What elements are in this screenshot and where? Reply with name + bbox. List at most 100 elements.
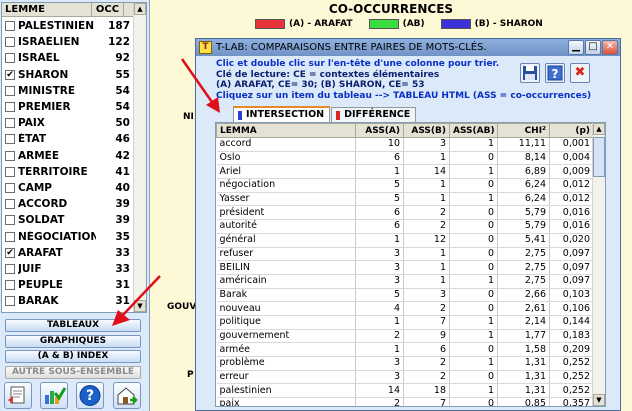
table-cell-value[interactable]: 3 xyxy=(403,137,450,152)
table-cell-value[interactable]: 0 xyxy=(449,247,498,262)
table-cell-value[interactable]: 1,31 xyxy=(497,383,550,399)
table-cell-value[interactable]: 1,58 xyxy=(497,342,550,357)
column-header[interactable]: ASS(B) xyxy=(403,123,450,138)
table-cell-value[interactable]: 3 xyxy=(355,370,404,385)
table-cell-value[interactable]: 5,41 xyxy=(497,233,550,248)
list-item[interactable]: SOLDAT 39 xyxy=(2,212,133,228)
table-cell-value[interactable]: 1,31 xyxy=(497,370,550,385)
table-cell-value[interactable]: 0,020 xyxy=(549,233,594,248)
ab-index-button[interactable]: (A & B) INDEX xyxy=(5,350,141,363)
table-cell-value[interactable]: 0,209 xyxy=(549,342,594,357)
table-cell-lemma[interactable]: erreur xyxy=(216,370,356,385)
list-item-checkbox[interactable] xyxy=(5,166,15,177)
scroll-up-icon[interactable]: ▲ xyxy=(593,123,605,135)
table-cell-value[interactable]: 0,252 xyxy=(549,356,594,371)
table-cell-value[interactable]: 5,79 xyxy=(497,205,550,221)
minimize-button[interactable]: ▁ xyxy=(568,40,584,55)
table-cell-value[interactable]: 1 xyxy=(449,274,498,289)
table-cell-value[interactable]: 1 xyxy=(355,164,404,180)
table-cell-value[interactable]: 2 xyxy=(355,329,404,344)
column-header[interactable]: LEMMA xyxy=(216,123,356,138)
table-cell-value[interactable]: 6 xyxy=(355,205,404,221)
table-cell-lemma[interactable]: président xyxy=(216,205,356,221)
list-item[interactable]: CAMP 40 xyxy=(2,180,133,196)
table-cell-value[interactable]: 7 xyxy=(403,315,450,330)
table-cell-value[interactable]: 2 xyxy=(403,205,450,221)
list-item[interactable]: PREMIER 54 xyxy=(2,99,133,115)
table-cell-value[interactable]: 1 xyxy=(449,164,498,180)
table-cell-lemma[interactable]: refuser xyxy=(216,247,356,262)
table-cell-value[interactable]: 0,012 xyxy=(549,178,594,193)
table-cell-value[interactable]: 6,89 xyxy=(497,164,550,180)
table-cell-value[interactable]: 0 xyxy=(449,397,498,406)
list-item-checkbox[interactable] xyxy=(5,312,15,313)
list-item[interactable]: ISRAÉLIEN 122 xyxy=(2,34,133,50)
table-cell-value[interactable]: 2 xyxy=(403,219,450,234)
table-cell-value[interactable]: 18 xyxy=(403,383,450,399)
table-cell-value[interactable]: 1 xyxy=(449,329,498,344)
list-item-checkbox[interactable] xyxy=(5,215,15,226)
table-cell-lemma[interactable]: accord xyxy=(216,137,356,152)
help-tool-button[interactable]: ? xyxy=(76,382,104,409)
table-row[interactable]: Ariel 1 14 1 6,89 0,009 xyxy=(216,164,594,180)
table-cell-value[interactable]: 0,016 xyxy=(549,205,594,221)
table-cell-value[interactable]: 2 xyxy=(403,301,450,316)
table-cell-value[interactable]: 0,097 xyxy=(549,260,594,275)
list-item-checkbox[interactable] xyxy=(5,150,15,161)
table-cell-value[interactable]: 8,14 xyxy=(497,151,550,166)
table-cell-lemma[interactable]: palestinien xyxy=(216,383,356,399)
table-cell-value[interactable]: 0,103 xyxy=(549,288,594,303)
table-cell-value[interactable]: 0,252 xyxy=(549,370,594,385)
list-item[interactable]: ISRAËL 92 xyxy=(2,50,133,66)
table-cell-value[interactable]: 2 xyxy=(355,397,404,406)
table-cell-value[interactable]: 0 xyxy=(449,178,498,193)
table-cell-value[interactable]: 1 xyxy=(403,260,450,275)
table-cell-value[interactable]: 11,11 xyxy=(497,137,550,152)
list-item-checkbox[interactable]: ✔ xyxy=(5,247,15,258)
table-cell-value[interactable]: 5 xyxy=(355,178,404,193)
list-item-checkbox[interactable] xyxy=(5,296,15,307)
table-cell-value[interactable]: 3 xyxy=(355,247,404,262)
table-cell-lemma[interactable]: Ariel xyxy=(216,164,356,180)
table-cell-lemma[interactable]: négociation xyxy=(216,178,356,193)
table-cell-value[interactable]: 6,24 xyxy=(497,192,550,207)
table-cell-value[interactable]: 12 xyxy=(403,233,450,248)
table-cell-lemma[interactable]: politique xyxy=(216,315,356,330)
table-row[interactable]: américain 3 1 1 2,75 0,097 xyxy=(216,274,594,289)
list-scrollbar[interactable]: ▲ ▼ xyxy=(133,3,146,312)
table-cell-value[interactable]: 0 xyxy=(449,260,498,275)
home-tool-button[interactable] xyxy=(113,382,141,409)
table-row[interactable]: nouveau 4 2 0 2,61 0,106 xyxy=(216,301,594,316)
table-row[interactable]: armée 1 6 0 1,58 0,209 xyxy=(216,342,594,357)
table-row[interactable]: autorité 6 2 0 5,79 0,016 xyxy=(216,219,594,234)
table-cell-value[interactable]: 0,004 xyxy=(549,151,594,166)
table-cell-value[interactable]: 0,183 xyxy=(549,329,594,344)
table-cell-value[interactable]: 2,75 xyxy=(497,247,550,262)
table-row[interactable]: erreur 3 2 0 1,31 0,252 xyxy=(216,370,594,385)
list-item-checkbox[interactable] xyxy=(5,231,15,242)
save-button[interactable] xyxy=(520,63,540,83)
table-cell-lemma[interactable]: BEILIN xyxy=(216,260,356,275)
table-cell-value[interactable]: 3 xyxy=(403,288,450,303)
table-cell-value[interactable]: 2,61 xyxy=(497,301,550,316)
list-item-checkbox[interactable] xyxy=(5,102,15,113)
table-cell-value[interactable]: 0,357 xyxy=(549,397,594,406)
table-cell-value[interactable]: 1 xyxy=(403,178,450,193)
table-cell-value[interactable]: 5 xyxy=(355,192,404,207)
table-cell-value[interactable]: 1 xyxy=(355,315,404,330)
table-cell-value[interactable]: 1 xyxy=(449,192,498,207)
table-cell-value[interactable]: 6 xyxy=(355,219,404,234)
list-item-checkbox[interactable] xyxy=(5,21,15,32)
column-header[interactable]: ASS(A) xyxy=(355,123,404,138)
scroll-thumb[interactable] xyxy=(593,137,605,177)
list-item[interactable]: MINISTRE 54 xyxy=(2,83,133,99)
table-cell-value[interactable]: 0 xyxy=(449,205,498,221)
table-cell-lemma[interactable]: paix xyxy=(216,397,356,406)
table-row[interactable]: Yasser 5 1 1 6,24 0,012 xyxy=(216,192,594,207)
table-cell-value[interactable]: 14 xyxy=(355,383,404,399)
table-cell-value[interactable]: 0 xyxy=(449,288,498,303)
table-row[interactable]: gouvernement 2 9 1 1,77 0,183 xyxy=(216,329,594,344)
list-item-checkbox[interactable] xyxy=(5,263,15,274)
table-cell-value[interactable]: 7 xyxy=(403,397,450,406)
list-item-checkbox[interactable] xyxy=(5,37,15,48)
